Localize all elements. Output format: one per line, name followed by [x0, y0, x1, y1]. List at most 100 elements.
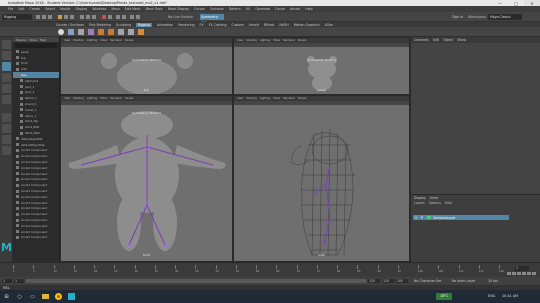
lasso-tool-icon[interactable]: [2, 51, 11, 60]
shelf-tab-xgen[interactable]: XGen: [325, 23, 334, 27]
viewport-menu-lighting[interactable]: Lighting: [87, 97, 97, 100]
viewport-menu-show[interactable]: Show: [273, 97, 280, 100]
fps-dropdown[interactable]: 24 fps: [488, 279, 498, 283]
rotate-tool-icon[interactable]: [2, 84, 11, 93]
shelf-tab-poly-modeling[interactable]: Poly Modeling: [89, 23, 111, 27]
paint-weights-icon[interactable]: [88, 29, 94, 35]
viewport-menu-show[interactable]: Show: [100, 97, 107, 100]
search-icon[interactable]: ○: [13, 290, 26, 303]
range-in-field[interactable]: 1: [14, 279, 24, 283]
menu-item-file[interactable]: File: [8, 7, 13, 11]
symmetry-field[interactable]: Symmetry: Off: [200, 14, 224, 25]
shelf-tab-rendering[interactable]: Rendering: [178, 23, 194, 27]
viewport-persp[interactable]: View Shading Lighting Show Renderer Panels Sy…: [233, 37, 410, 95]
menu-item-mesh[interactable]: Mesh: [112, 7, 120, 11]
viewport-menu-view[interactable]: View: [237, 97, 243, 100]
quick-rig-icon[interactable]: [138, 29, 144, 35]
channel-tab-edit[interactable]: Edit: [433, 38, 439, 42]
layer-menu-layers[interactable]: Layers: [414, 201, 425, 205]
range-bar[interactable]: [26, 279, 366, 283]
viewport-menu-show[interactable]: Show: [273, 39, 280, 42]
menu-item-edit[interactable]: Edit: [18, 7, 24, 11]
windows-icon[interactable]: ⊞: [0, 290, 13, 303]
viewport-side[interactable]: View Shading Lighting Show Renderer Panels si…: [233, 95, 410, 262]
shelf-tab-fx[interactable]: FX: [200, 23, 204, 27]
paint-select-tool-icon[interactable]: [2, 62, 11, 71]
viewport-menu-panels[interactable]: Panels: [125, 97, 133, 100]
outliner-menu-show[interactable]: Show: [29, 38, 37, 42]
viewport-menu-shading[interactable]: Shading: [246, 39, 257, 42]
bind-skin-icon[interactable]: [78, 29, 84, 35]
viewport-menu-panels[interactable]: Panels: [298, 39, 306, 42]
shelf-tab-arnold[interactable]: Arnold: [249, 23, 259, 27]
menu-item-mesh-display[interactable]: Mesh Display: [168, 7, 189, 11]
layer-row[interactable]: V P SkeletonLayer: [413, 215, 509, 220]
menu-item-deform[interactable]: Deform: [229, 7, 241, 11]
layer-menu-options[interactable]: Options: [429, 201, 441, 205]
viewport-menu-show[interactable]: Show: [100, 39, 107, 42]
constraint-icon[interactable]: [118, 29, 124, 35]
ik-handle-icon[interactable]: [68, 29, 74, 35]
outliner-menu-display[interactable]: Display: [16, 38, 26, 42]
shelf-tab-motion-graphics[interactable]: Motion Graphics: [294, 23, 320, 27]
shelf-tab-bifrost[interactable]: Bifrost: [264, 23, 274, 27]
menu-item-select[interactable]: Select: [45, 7, 55, 11]
weather-badge[interactable]: 18°C: [436, 293, 452, 300]
viewport-menu-lighting[interactable]: Lighting: [260, 97, 270, 100]
viewport-menu-lighting[interactable]: Lighting: [87, 39, 97, 42]
layer-tab-display[interactable]: Display: [414, 196, 426, 200]
move-tool-icon[interactable]: [2, 73, 11, 82]
channel-tab-channels[interactable]: Channels: [414, 38, 429, 42]
viewport-menu-panels[interactable]: Panels: [125, 39, 133, 42]
viewport-menu-renderer[interactable]: Renderer: [283, 97, 295, 100]
menu-item-modify[interactable]: Modify: [60, 7, 71, 11]
menu-item-edit-mesh[interactable]: Edit Mesh: [125, 7, 141, 11]
layer-playback-toggle[interactable]: P: [421, 216, 425, 220]
shelf-tab-fx-caching[interactable]: FX Caching: [209, 23, 227, 27]
shelf-tab-curves-surfaces[interactable]: Curves / Surfaces: [56, 23, 84, 27]
play-forward-icon[interactable]: [522, 272, 526, 275]
orient-constraint-icon[interactable]: [128, 29, 134, 35]
select-tool-icon[interactable]: [2, 40, 11, 49]
layer-visible-toggle[interactable]: V: [415, 216, 419, 220]
shelf-tab-mash[interactable]: MASH: [279, 23, 288, 27]
step-forward-icon[interactable]: [527, 272, 531, 275]
menu-item-create[interactable]: Create: [30, 7, 41, 11]
viewport-menu-shading[interactable]: Shading: [73, 97, 84, 100]
mode-selector[interactable]: Rigging: [2, 14, 32, 20]
layout-outliner-icon[interactable]: [2, 146, 11, 155]
viewport-menu-shading[interactable]: Shading: [246, 97, 257, 100]
viewport-front[interactable]: View Shading Lighting Show Renderer Panels Sy…: [60, 95, 233, 262]
layer-color-swatch[interactable]: [427, 216, 431, 219]
file-explorer-icon[interactable]: [39, 290, 52, 303]
anim-layer-dropdown[interactable]: No Anim Layer: [452, 279, 475, 283]
viewport-menu-panels[interactable]: Panels: [298, 97, 306, 100]
live-surface-label[interactable]: No Live Surface: [168, 15, 193, 19]
layer-menu-help[interactable]: Help: [445, 201, 452, 205]
menu-item-arnold[interactable]: Arnold: [290, 7, 300, 11]
channel-tab-object[interactable]: Object: [443, 38, 453, 42]
outliner-search-field[interactable]: [15, 43, 57, 48]
layout-side-icon[interactable]: [2, 135, 11, 144]
play-back-icon[interactable]: [517, 272, 521, 275]
chrome-icon[interactable]: [52, 290, 65, 303]
viewport-menu-view[interactable]: View: [237, 39, 243, 42]
range-end-field-2[interactable]: 200: [396, 279, 408, 283]
go-to-end-icon[interactable]: [532, 272, 536, 275]
viewport-menu-renderer[interactable]: Renderer: [283, 39, 295, 42]
layout-single-icon[interactable]: [2, 113, 11, 122]
step-back-icon[interactable]: [512, 272, 516, 275]
shelf-tab-animation[interactable]: Animation: [157, 23, 173, 27]
menu-item-cache[interactable]: Cache: [275, 7, 285, 11]
menu-item-help[interactable]: Help: [305, 7, 312, 11]
range-out-field[interactable]: 120: [368, 279, 380, 283]
character-set-dropdown[interactable]: No Character Set: [414, 279, 441, 283]
viewport-menu-renderer[interactable]: Renderer: [110, 39, 122, 42]
cluster-icon[interactable]: [98, 29, 104, 35]
menu-item-surfaces[interactable]: Surfaces: [210, 7, 224, 11]
menu-item-uv[interactable]: UV: [246, 7, 251, 11]
menu-item-mesh-tools[interactable]: Mesh Tools: [146, 7, 163, 11]
range-end-field[interactable]: 120: [382, 279, 394, 283]
clock[interactable]: 10:41 AM: [502, 294, 518, 298]
viewport-menu-renderer[interactable]: Renderer: [110, 97, 122, 100]
